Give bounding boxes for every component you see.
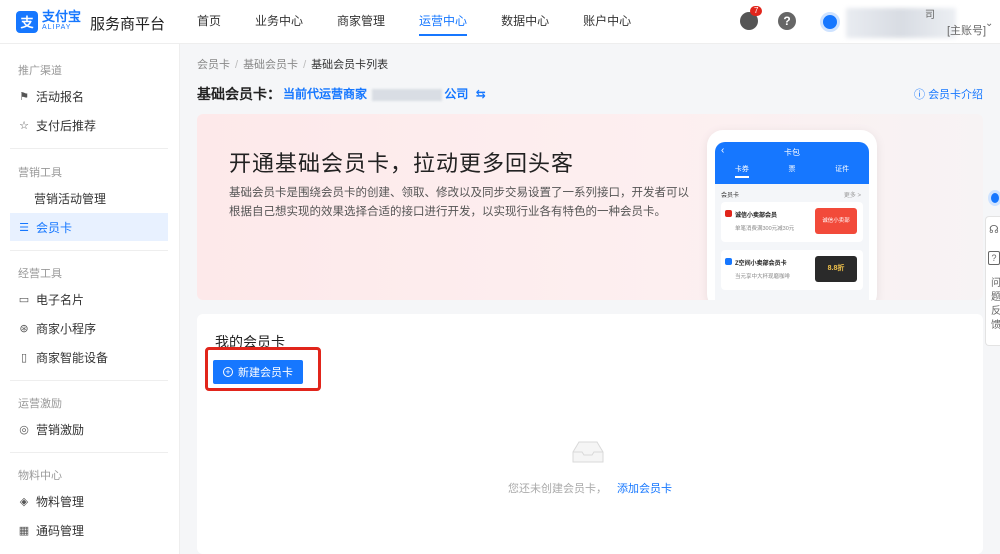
chevron-down-icon[interactable]: ⌄ — [985, 18, 993, 29]
star-icon: ☆ — [19, 119, 29, 132]
breadcrumb-basic-member-card[interactable]: 基础会员卡 — [243, 59, 298, 71]
card-list-icon: ☰ — [19, 221, 29, 234]
switch-merchant-icon[interactable]: ⇆ — [476, 87, 486, 101]
qr-grid-icon: ▦ — [18, 524, 30, 537]
id-card-icon: ▭ — [18, 293, 30, 306]
card-logo-icon — [725, 210, 732, 217]
breadcrumb-member-card[interactable]: 会员卡 — [197, 59, 230, 71]
nav-home[interactable]: 首页 — [197, 0, 221, 44]
sidebar-item-activity-signup[interactable]: ⚑ 活动报名 — [10, 82, 168, 110]
alipay-logo[interactable]: 支 支付宝 ALIPAY — [16, 10, 81, 33]
feedback-label[interactable]: 问题反馈 — [991, 277, 1000, 333]
nav-merchant-management[interactable]: 商家管理 — [337, 0, 385, 44]
medal-icon: ◎ — [19, 423, 29, 436]
merchant-name-redacted — [372, 88, 443, 101]
customer-service-icon[interactable]: ☊ — [989, 223, 999, 236]
promo-banner: 开通基础会员卡，拉动更多回头客 基础会员卡是围绕会员卡的创建、领取、修改以及同步… — [197, 114, 983, 300]
floating-help-panel: ☊ ? 问题反馈 — [985, 190, 1000, 350]
card-logo-icon — [725, 258, 732, 265]
question-icon[interactable]: ? — [988, 251, 1000, 265]
sidebar-group-operation-incentive: 运营激励 — [18, 398, 62, 410]
breadcrumb-current: 基础会员卡列表 — [311, 59, 389, 71]
sidebar-item-smart-device[interactable]: ▯ 商家智能设备 — [10, 343, 168, 371]
my-member-cards-panel: 我的会员卡 + 新建会员卡 您还未创建会员卡， 添加会员卡 — [197, 314, 983, 554]
account-name-redacted — [846, 8, 956, 38]
nav-data-center[interactable]: 数据中心 — [501, 0, 549, 44]
top-navigation-bar: 支 支付宝 ALIPAY 服务商平台 首页 业务中心 商家管理 运营中心 数据中… — [0, 0, 1000, 44]
sidebar-group-promotion: 推广渠道 — [18, 65, 62, 77]
logo-name-en: ALIPAY — [42, 24, 72, 31]
plus-circle-icon: + — [223, 367, 233, 377]
logo-name-cn: 支付宝 — [42, 9, 82, 24]
sidebar-item-e-business-card[interactable]: ▭ 电子名片 — [10, 285, 168, 313]
layers-icon: ◈ — [19, 495, 29, 508]
nav-operation-center[interactable]: 运营中心 — [419, 0, 468, 44]
phone-mockup: ‹ 卡包 卡券 票 证件 会员卡 更多 > 诚信小卖部会员 单笔消费满300元减… — [707, 130, 877, 300]
add-member-card-link[interactable]: 添加会员卡 — [617, 483, 672, 495]
create-member-card-button[interactable]: + 新建会员卡 — [213, 360, 303, 384]
phone-member-card: Z空间小卖部会员卡 当元享中大杯现磨咖啡 8.8折 — [721, 250, 863, 290]
account-role-label[interactable]: [主账号] — [947, 22, 986, 38]
empty-state-text: 您还未创建会员卡， 添加会员卡 — [508, 483, 672, 495]
empty-inbox-icon — [572, 441, 604, 463]
sidebar-item-post-pay-recommend[interactable]: ☆ 支付后推荐 — [10, 111, 168, 139]
nav-business-center[interactable]: 业务中心 — [255, 0, 303, 44]
account-avatar[interactable] — [820, 12, 840, 32]
alipay-logo-icon: 支 — [16, 10, 38, 33]
sidebar: 推广渠道 ⚑ 活动报名 ☆ 支付后推荐 营销工具 营销活动管理 ☰ 会员卡 经营… — [0, 44, 180, 554]
banner-title: 开通基础会员卡，拉动更多回头客 — [229, 151, 575, 176]
breadcrumb: 会员卡 / 基础会员卡 / 基础会员卡列表 — [197, 59, 389, 71]
miniapp-icon: ⊛ — [19, 322, 29, 335]
sidebar-group-business-tools: 经营工具 — [18, 268, 62, 280]
account-name-tail: 司 — [925, 10, 935, 21]
current-merchant[interactable]: 当前代运营商家 公司 ⇆ — [283, 85, 486, 102]
phone-section-label: 会员卡 — [721, 193, 740, 199]
main-nav: 首页 业务中心 商家管理 运营中心 数据中心 账户中心 — [197, 0, 665, 44]
sidebar-item-merchant-miniapp[interactable]: ⊛ 商家小程序 — [10, 314, 168, 342]
sidebar-item-marketing-incentive[interactable]: ◎ 营销激励 — [10, 415, 168, 443]
phone-more-link: 更多 > — [843, 193, 861, 199]
sidebar-group-material-center: 物料中心 — [18, 470, 62, 482]
banner-description: 基础会员卡是围绕会员卡的创建、领取、修改以及同步交易设置了一系列接口，开发者可以… — [229, 187, 689, 218]
sidebar-item-material-management[interactable]: ◈ 物料管理 — [10, 487, 168, 515]
phone-tab-ids: 证件 — [835, 166, 850, 173]
help-icon[interactable]: ? — [778, 12, 796, 30]
phone-member-card: 诚信小卖部会员 单笔消费满300元减30元 诚信小卖部 — [721, 202, 863, 242]
nav-account-center[interactable]: 账户中心 — [583, 0, 631, 44]
device-icon: ▯ — [20, 351, 28, 364]
flag-icon: ⚑ — [19, 90, 29, 103]
assistant-mascot-icon[interactable] — [988, 190, 1000, 206]
sidebar-item-member-card[interactable]: ☰ 会员卡 — [10, 213, 168, 241]
phone-tab-tickets: 票 — [788, 166, 796, 173]
sidebar-item-code-management[interactable]: ▦ 通码管理 — [10, 516, 168, 544]
platform-title: 服务商平台 — [90, 16, 166, 33]
notification-count-badge: 7 — [750, 6, 763, 16]
page-title: 基础会员卡： — [197, 86, 281, 102]
phone-title: 卡包 — [784, 148, 800, 157]
sidebar-group-marketing-tools: 营销工具 — [18, 167, 62, 179]
question-circle-icon: ⓘ — [914, 89, 925, 101]
sidebar-item-marketing-activity-management[interactable]: 营销活动管理 — [10, 184, 168, 212]
member-card-intro-link[interactable]: ⓘ 会员卡介绍 — [914, 86, 983, 102]
phone-tab-coupons: 卡券 — [734, 164, 749, 178]
